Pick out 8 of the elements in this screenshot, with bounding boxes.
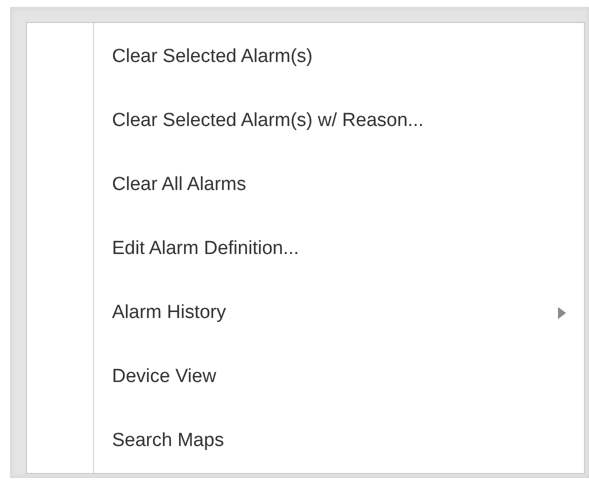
menu-item[interactable]: Search Maps <box>27 409 584 473</box>
menu-item[interactable]: Alarm History <box>27 281 584 345</box>
menu-item[interactable]: Device View <box>27 345 584 409</box>
menu-item[interactable]: Clear Selected Alarm(s) w/ Reason... <box>27 89 584 153</box>
submenu-arrow-icon <box>558 307 566 319</box>
menu-item[interactable]: Edit Alarm Definition... <box>27 217 584 281</box>
menu-item[interactable]: Clear All Alarms <box>27 153 584 217</box>
menu-item[interactable]: Clear Selected Alarm(s) <box>27 25 584 89</box>
